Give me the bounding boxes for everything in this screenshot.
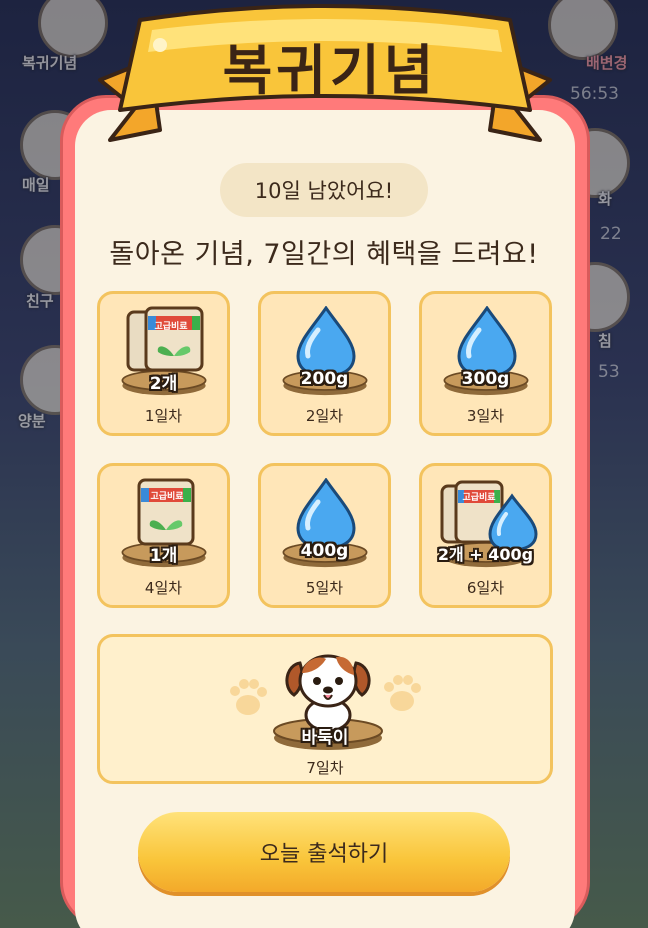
paw-print-icon bbox=[230, 679, 267, 715]
reward-quantity: 200g bbox=[300, 369, 349, 389]
bg-label-friend: 친구 bbox=[26, 292, 54, 310]
bg-label-nutrient: 양분 bbox=[18, 412, 46, 430]
bg-timer-1: 56:53 bbox=[570, 84, 619, 104]
reward-quantity: 300g bbox=[461, 369, 510, 389]
bag-label: 고급비료 bbox=[462, 493, 496, 503]
days-left-badge: 10일 남았어요! bbox=[220, 163, 428, 217]
reward-quantity: 2개 + 400g bbox=[437, 545, 534, 564]
reward-quantity: 1개 bbox=[149, 546, 178, 566]
water-drop-icon bbox=[296, 478, 356, 550]
reward-card-day-2: 200g 2일차 bbox=[258, 291, 391, 436]
bg-timer-3: 53 bbox=[598, 362, 620, 382]
reward-quantity: 2개 bbox=[149, 374, 178, 394]
reward-day-label: 4일차 bbox=[144, 579, 183, 597]
attend-today-button[interactable]: 오늘 출석하기 bbox=[138, 812, 510, 892]
bg-label-right-2: 화 bbox=[598, 190, 612, 208]
reward-card-day-7: 바둑이 7일차 bbox=[97, 634, 553, 784]
bg-label-right-1: 배변경 bbox=[586, 54, 628, 72]
reward-card-day-5: 400g 5일차 bbox=[258, 463, 391, 608]
fertilizer-bag-icon bbox=[126, 306, 204, 372]
reward-card-day-1: 고급비료 2개 1일차 bbox=[97, 291, 230, 436]
reward-day-label: 3일차 bbox=[466, 407, 505, 425]
modal-title: 복귀기념 bbox=[222, 39, 438, 102]
paw-print-icon bbox=[384, 675, 421, 711]
reward-day-label: 2일차 bbox=[305, 407, 344, 425]
reward-day-label: 7일차 bbox=[306, 759, 344, 777]
bag-label: 고급비료 bbox=[154, 322, 188, 332]
bg-label-daily: 매일 bbox=[22, 176, 50, 194]
reward-card-day-6: 고급비료 2개 + 400g 6일차 bbox=[419, 463, 552, 608]
reward-quantity: 400g bbox=[300, 541, 349, 561]
reward-day-label: 5일차 bbox=[305, 579, 344, 597]
reward-day-label: 1일차 bbox=[144, 407, 183, 425]
bg-label-return: 복귀기념 bbox=[22, 54, 78, 72]
reward-card-day-3: 300g 3일차 bbox=[419, 291, 552, 436]
puppy-icon bbox=[285, 654, 371, 733]
reward-card-day-4: 고급비료 1개 4일차 bbox=[97, 463, 230, 608]
bag-label: 고급비료 bbox=[150, 492, 184, 502]
reward-day-label: 6일차 bbox=[466, 579, 505, 597]
modal-subtitle: 돌아온 기념, 7일간의 혜택을 드려요! bbox=[109, 239, 539, 270]
water-drop-icon bbox=[457, 306, 517, 378]
reward-quantity: 바둑이 bbox=[301, 728, 349, 748]
water-drop-icon bbox=[296, 306, 356, 378]
bg-label-right-3: 침 bbox=[598, 332, 612, 350]
